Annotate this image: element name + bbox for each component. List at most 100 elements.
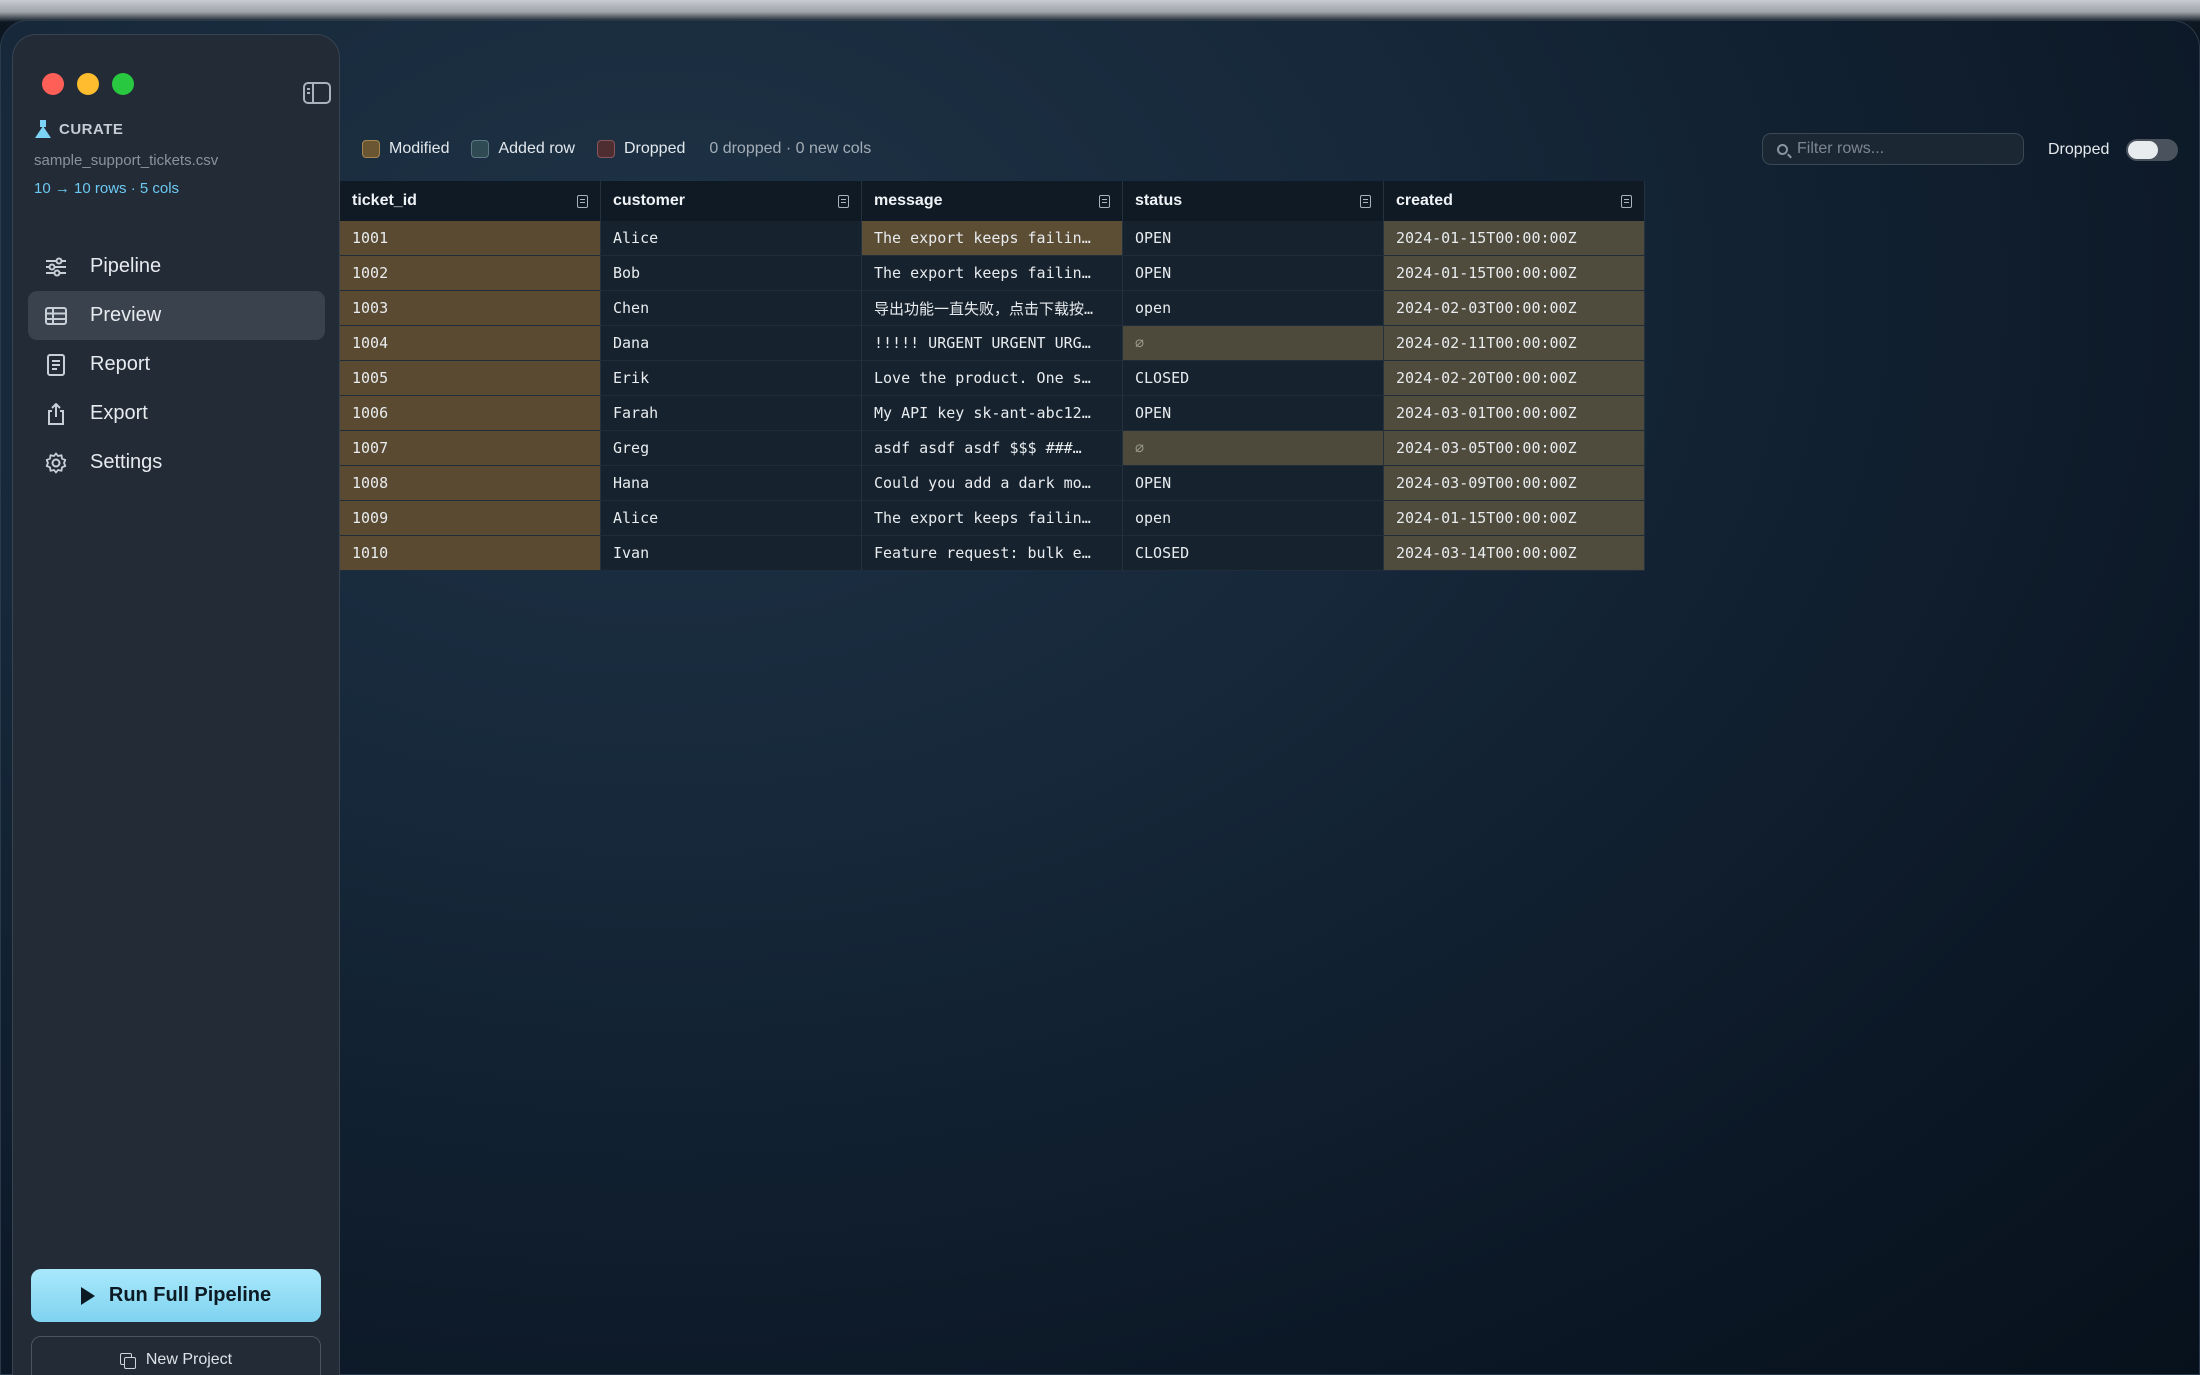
table-cell-message[interactable]: The export keeps failin… <box>862 256 1123 291</box>
new-project-button[interactable]: New Project <box>31 1336 321 1375</box>
filter-rows-input[interactable]: Filter rows... <box>1762 133 2024 165</box>
table-cell-message[interactable]: My API key sk-ant-abc12… <box>862 396 1123 431</box>
table-cell-status[interactable]: OPEN <box>1123 396 1384 431</box>
column-header-created[interactable]: created <box>1384 181 1645 221</box>
dropped-toggle[interactable] <box>2126 139 2178 161</box>
table-cell-created[interactable]: 2024-03-09T00:00:00Z <box>1384 466 1645 501</box>
table-row[interactable]: 1009 Alice The export keeps failin… open 202… <box>340 501 1645 536</box>
table-row[interactable]: 1002 Bob The export keeps failin… OPEN 2024-… <box>340 256 1645 291</box>
table-cell-status[interactable]: CLOSED <box>1123 536 1384 571</box>
sidebar-item-pipeline[interactable]: Pipeline <box>28 242 325 291</box>
sidebar-item-export[interactable]: Export <box>28 389 325 438</box>
table-cell-ticket-id[interactable]: 1001 <box>340 221 601 256</box>
table-cell-message[interactable]: Could you add a dark mo… <box>862 466 1123 501</box>
column-doc-icon[interactable] <box>1360 194 1371 208</box>
table-cell-status[interactable]: CLOSED <box>1123 361 1384 396</box>
table-row[interactable]: 1006 Farah My API key sk-ant-abc12… OPEN 202… <box>340 396 1645 431</box>
table-cell-message[interactable]: Feature request: bulk e… <box>862 536 1123 571</box>
column-header-message[interactable]: message <box>862 181 1123 221</box>
table-cell-created[interactable]: 2024-02-11T00:00:00Z <box>1384 326 1645 361</box>
zoom-window-button[interactable] <box>112 73 134 95</box>
sidebar-item-settings[interactable]: Settings <box>28 438 325 487</box>
table-cell-ticket-id[interactable]: 1006 <box>340 396 601 431</box>
column-doc-icon[interactable] <box>838 194 849 208</box>
table-row[interactable]: 1005 Erik Love the product. One s… CLOSED 20… <box>340 361 1645 396</box>
table-cell-ticket-id[interactable]: 1007 <box>340 431 601 466</box>
cell-value: ∅ <box>1135 439 1145 457</box>
added-row-swatch <box>471 140 490 158</box>
table-row[interactable]: 1007 Greg asdf asdf asdf $$$ ###… ∅ 2024-03-… <box>340 431 1645 466</box>
table-cell-status[interactable]: open <box>1123 291 1384 326</box>
dropped-swatch <box>596 140 615 158</box>
table-cell-message[interactable]: Love the product. One s… <box>862 361 1123 396</box>
table-cell-created[interactable]: 2024-03-05T00:00:00Z <box>1384 431 1645 466</box>
table-cell-customer[interactable]: Erik <box>601 361 862 396</box>
table-cell-created[interactable]: 2024-02-20T00:00:00Z <box>1384 361 1645 396</box>
sidebar-item-label: Preview <box>90 304 162 326</box>
column-doc-icon[interactable] <box>1099 194 1110 208</box>
table-cell-message[interactable]: The export keeps failin… <box>862 501 1123 536</box>
table-cell-status[interactable]: ∅ <box>1123 431 1384 466</box>
table-cell-status[interactable]: OPEN <box>1123 221 1384 256</box>
table-cell-created[interactable]: 2024-03-14T00:00:00Z <box>1384 536 1645 571</box>
table-row[interactable]: 1008 Hana Could you add a dark mo… OPEN 2024… <box>340 466 1645 501</box>
flask-icon <box>35 120 51 138</box>
table-cell-customer[interactable]: Dana <box>601 326 862 361</box>
column-doc-icon[interactable] <box>577 194 588 208</box>
column-doc-icon[interactable] <box>1621 194 1632 208</box>
table-cell-message[interactable]: The export keeps failin… <box>862 221 1123 256</box>
cell-value: Farah <box>613 404 659 422</box>
table-cell-created[interactable]: 2024-03-01T00:00:00Z <box>1384 396 1645 431</box>
table-cell-status[interactable]: open <box>1123 501 1384 536</box>
cell-value: The export keeps failin… <box>874 229 1091 247</box>
table-cell-status[interactable]: ∅ <box>1123 326 1384 361</box>
table-cell-message[interactable]: !!!!! URGENT URGENT URG… <box>862 326 1123 361</box>
cell-value: OPEN <box>1135 229 1172 247</box>
preview-table: ticket_id customer message status created 10… <box>340 181 1645 571</box>
table-cell-status[interactable]: OPEN <box>1123 466 1384 501</box>
table-cell-ticket-id[interactable]: 1005 <box>340 361 601 396</box>
table-row[interactable]: 1010 Ivan Feature request: bulk e… CLOSED 20… <box>340 536 1645 571</box>
table-cell-customer[interactable]: Bob <box>601 256 862 291</box>
table-cell-message[interactable]: asdf asdf asdf $$$ ###… <box>862 431 1123 466</box>
table-row[interactable]: 1001 Alice The export keeps failin… OPEN 202… <box>340 221 1645 256</box>
table-cell-customer[interactable]: Ivan <box>601 536 862 571</box>
sidebar-item-preview[interactable]: Preview <box>28 291 325 340</box>
cell-value: Hana <box>613 474 650 492</box>
table-cell-ticket-id[interactable]: 1009 <box>340 501 601 536</box>
close-window-button[interactable] <box>42 73 64 95</box>
table-cell-created[interactable]: 2024-02-03T00:00:00Z <box>1384 291 1645 326</box>
cell-value: Could you add a dark mo… <box>874 474 1091 492</box>
column-header-customer[interactable]: customer <box>601 181 862 221</box>
table-cell-customer[interactable]: Alice <box>601 501 862 536</box>
cell-value: !!!!! URGENT URGENT URG… <box>874 334 1091 352</box>
table-cell-created[interactable]: 2024-01-15T00:00:00Z <box>1384 221 1645 256</box>
table-cell-customer[interactable]: Farah <box>601 396 862 431</box>
table-cell-customer[interactable]: Hana <box>601 466 862 501</box>
table-cell-ticket-id[interactable]: 1008 <box>340 466 601 501</box>
table-cell-ticket-id[interactable]: 1002 <box>340 256 601 291</box>
table-cell-ticket-id[interactable]: 1010 <box>340 536 601 571</box>
table-cell-ticket-id[interactable]: 1003 <box>340 291 601 326</box>
table-row[interactable]: 1003 Chen 导出功能一直失败，点击下载按… open 2024-02-03T00… <box>340 291 1645 326</box>
sidebar <box>12 34 340 1375</box>
run-full-pipeline-button[interactable]: Run Full Pipeline <box>31 1269 321 1322</box>
column-header-label: message <box>874 192 943 209</box>
table-cell-created[interactable]: 2024-01-15T00:00:00Z <box>1384 501 1645 536</box>
table-row[interactable]: 1004 Dana !!!!! URGENT URGENT URG… ∅ 2024-02… <box>340 326 1645 361</box>
column-header-status[interactable]: status <box>1123 181 1384 221</box>
table-cell-message[interactable]: 导出功能一直失败，点击下载按… <box>862 291 1123 326</box>
sidebar-toggle-icon[interactable] <box>303 82 331 104</box>
column-header-ticket-id[interactable]: ticket_id <box>340 181 601 221</box>
table-cell-customer[interactable]: Chen <box>601 291 862 326</box>
sidebar-item-report[interactable]: Report <box>28 340 325 389</box>
cell-value: 1005 <box>352 369 389 387</box>
table-cell-status[interactable]: OPEN <box>1123 256 1384 291</box>
minimize-window-button[interactable] <box>77 73 99 95</box>
export-icon <box>44 402 68 426</box>
table-cell-created[interactable]: 2024-01-15T00:00:00Z <box>1384 256 1645 291</box>
table-cell-customer[interactable]: Alice <box>601 221 862 256</box>
table-cell-customer[interactable]: Greg <box>601 431 862 466</box>
table-cell-ticket-id[interactable]: 1004 <box>340 326 601 361</box>
legend-label: Modified <box>389 140 450 157</box>
